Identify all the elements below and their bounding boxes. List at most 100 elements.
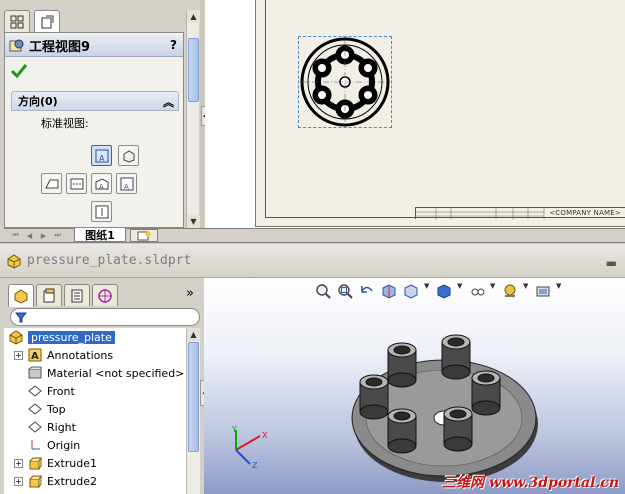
view-orientation-dropdown-icon[interactable]: ▼ xyxy=(424,282,431,302)
pm-tab-bar xyxy=(4,10,194,33)
right-view-icon: A xyxy=(120,177,133,191)
tree-item-label: Extrude2 xyxy=(47,474,98,488)
tree-item[interactable]: Material <not specified> xyxy=(14,364,184,382)
orientation-section-header[interactable]: 方向(0) ︽ xyxy=(11,91,179,111)
pm-scroll-thumb[interactable] xyxy=(188,38,199,102)
tree-item-label: Right xyxy=(47,420,76,434)
part-window-title: pressure_plate.sldprt xyxy=(27,253,192,268)
tab-feature-tree[interactable] xyxy=(8,284,34,307)
zoom-to-area-button[interactable] xyxy=(336,282,354,300)
expand-icon[interactable]: + xyxy=(14,476,23,486)
svg-text:A: A xyxy=(124,183,129,191)
zoom-to-fit-icon xyxy=(316,284,331,299)
view-settings-dropdown-icon[interactable]: ▼ xyxy=(556,282,563,302)
tree-item[interactable]: Top xyxy=(14,400,66,418)
tab-feature-manager[interactable] xyxy=(4,10,30,32)
tree-item-label: Extrude1 xyxy=(47,456,98,470)
more-tabs-button[interactable]: » xyxy=(186,286,194,301)
tree-scroll-thumb[interactable] xyxy=(188,342,199,452)
plane-icon xyxy=(27,419,43,435)
drawing-view-9[interactable] xyxy=(298,36,392,128)
appearance-dropdown-icon[interactable]: ▼ xyxy=(523,282,530,302)
tree-scrollbar[interactable]: ▲ xyxy=(186,328,200,494)
scroll-up-arrow-icon[interactable]: ▲ xyxy=(187,328,200,341)
property-manager-icon xyxy=(43,288,55,302)
previous-view-button[interactable] xyxy=(358,282,376,300)
heads-up-view-toolbar: ▼ ▼ ▼ ▼ ▼ xyxy=(314,282,563,302)
add-sheet-button[interactable] xyxy=(130,229,158,242)
display-style-dropdown-icon[interactable]: ▼ xyxy=(457,282,464,302)
prev-sheet-arrow-icon[interactable]: ◀ xyxy=(24,230,35,241)
view-settings-button[interactable] xyxy=(534,282,552,300)
display-style-icon xyxy=(437,284,451,299)
tree-item-label: Top xyxy=(47,402,66,416)
part-title-bar: pressure_plate.sldprt ▬ xyxy=(0,244,625,278)
view-orientation-button[interactable] xyxy=(402,282,420,300)
pressure-plate-3d-model xyxy=(351,334,538,482)
section-view-button[interactable] xyxy=(380,282,398,300)
hide-show-items-button[interactable] xyxy=(468,282,486,300)
tree-item[interactable]: + Extrude2 xyxy=(14,472,97,490)
collapse-chevron-icon[interactable]: ︽ xyxy=(163,94,174,110)
tab-configuration-manager[interactable] xyxy=(64,284,90,306)
tree-item[interactable]: Origin xyxy=(14,436,80,454)
feature-manager-tabs: » xyxy=(4,284,200,308)
property-manager-icon xyxy=(41,15,54,29)
tab-property-manager[interactable] xyxy=(36,284,62,306)
tree-item[interactable]: + A Annotations xyxy=(14,346,113,364)
tree-item[interactable]: Front xyxy=(14,382,75,400)
hide-show-dropdown-icon[interactable]: ▼ xyxy=(490,282,497,302)
view-left-button[interactable]: A xyxy=(91,173,112,194)
orientation-section-title: 方向(0) xyxy=(18,95,58,108)
view-back-button[interactable] xyxy=(91,201,112,222)
view-orientation-icon xyxy=(404,284,418,299)
tab-dimxpert-manager[interactable] xyxy=(92,284,118,306)
first-sheet-arrow-icon[interactable]: ⏮ xyxy=(10,230,21,241)
tree-root[interactable]: pressure_plate xyxy=(8,328,115,346)
tree-item[interactable]: Right xyxy=(14,418,76,436)
top-view-icon xyxy=(44,179,58,188)
graphics-viewport[interactable]: ▼ ▼ ▼ ▼ ▼ X Y Z 三维网 www.3dportal.cn xyxy=(204,278,625,494)
edit-appearance-button[interactable] xyxy=(501,282,519,300)
display-style-button[interactable] xyxy=(435,282,453,300)
pm-title: 工程视图9 xyxy=(29,40,91,55)
section-view-icon xyxy=(382,284,396,299)
tree-filter-input[interactable] xyxy=(10,308,200,326)
tab-property-manager[interactable] xyxy=(34,10,60,33)
view-right-button[interactable]: A xyxy=(116,173,137,194)
view-settings-icon xyxy=(536,286,550,297)
material-icon xyxy=(27,365,43,381)
pm-scrollbar[interactable]: ▲ ▼ xyxy=(186,10,200,228)
zoom-to-area-icon xyxy=(338,284,353,299)
view-top-button[interactable] xyxy=(41,173,62,194)
view-bottom-button[interactable] xyxy=(66,173,87,194)
origin-icon xyxy=(27,437,43,453)
isometric-view-icon xyxy=(123,149,134,163)
front-view-icon: A xyxy=(95,149,108,163)
filter-icon xyxy=(15,312,27,323)
expand-icon[interactable]: + xyxy=(14,350,23,360)
configuration-icon xyxy=(71,289,83,302)
tree-root-label: pressure_plate xyxy=(28,330,115,344)
title-block: <COMPANY NAME> xyxy=(415,207,625,220)
help-button[interactable]: ? xyxy=(170,38,177,52)
expand-icon[interactable]: + xyxy=(14,458,23,468)
svg-text:A: A xyxy=(99,183,104,191)
svg-text:A: A xyxy=(31,351,39,362)
tab-sheet-1[interactable]: 图纸1 xyxy=(74,228,126,242)
extrude-icon xyxy=(27,473,43,489)
view-front-button[interactable]: A xyxy=(91,145,112,166)
view-isometric-button[interactable] xyxy=(118,145,139,166)
ok-button[interactable] xyxy=(10,63,28,82)
zoom-to-fit-button[interactable] xyxy=(314,282,332,300)
feature-tree: pressure_plate + A Annotations Material <no… xyxy=(4,328,186,494)
minimize-icon[interactable]: ▬ xyxy=(606,256,617,270)
tree-item[interactable]: + Extrude1 xyxy=(14,454,97,472)
next-sheet-arrow-icon[interactable]: ▶ xyxy=(38,230,49,241)
part-icon xyxy=(8,329,24,345)
part-window: pressure_plate.sldprt ▬ » pressure_plate… xyxy=(0,244,625,494)
scroll-up-arrow-icon[interactable]: ▲ xyxy=(187,10,200,23)
add-sheet-icon xyxy=(137,231,151,240)
last-sheet-arrow-icon[interactable]: ⏭ xyxy=(52,230,63,241)
scroll-down-arrow-icon[interactable]: ▼ xyxy=(187,215,200,228)
